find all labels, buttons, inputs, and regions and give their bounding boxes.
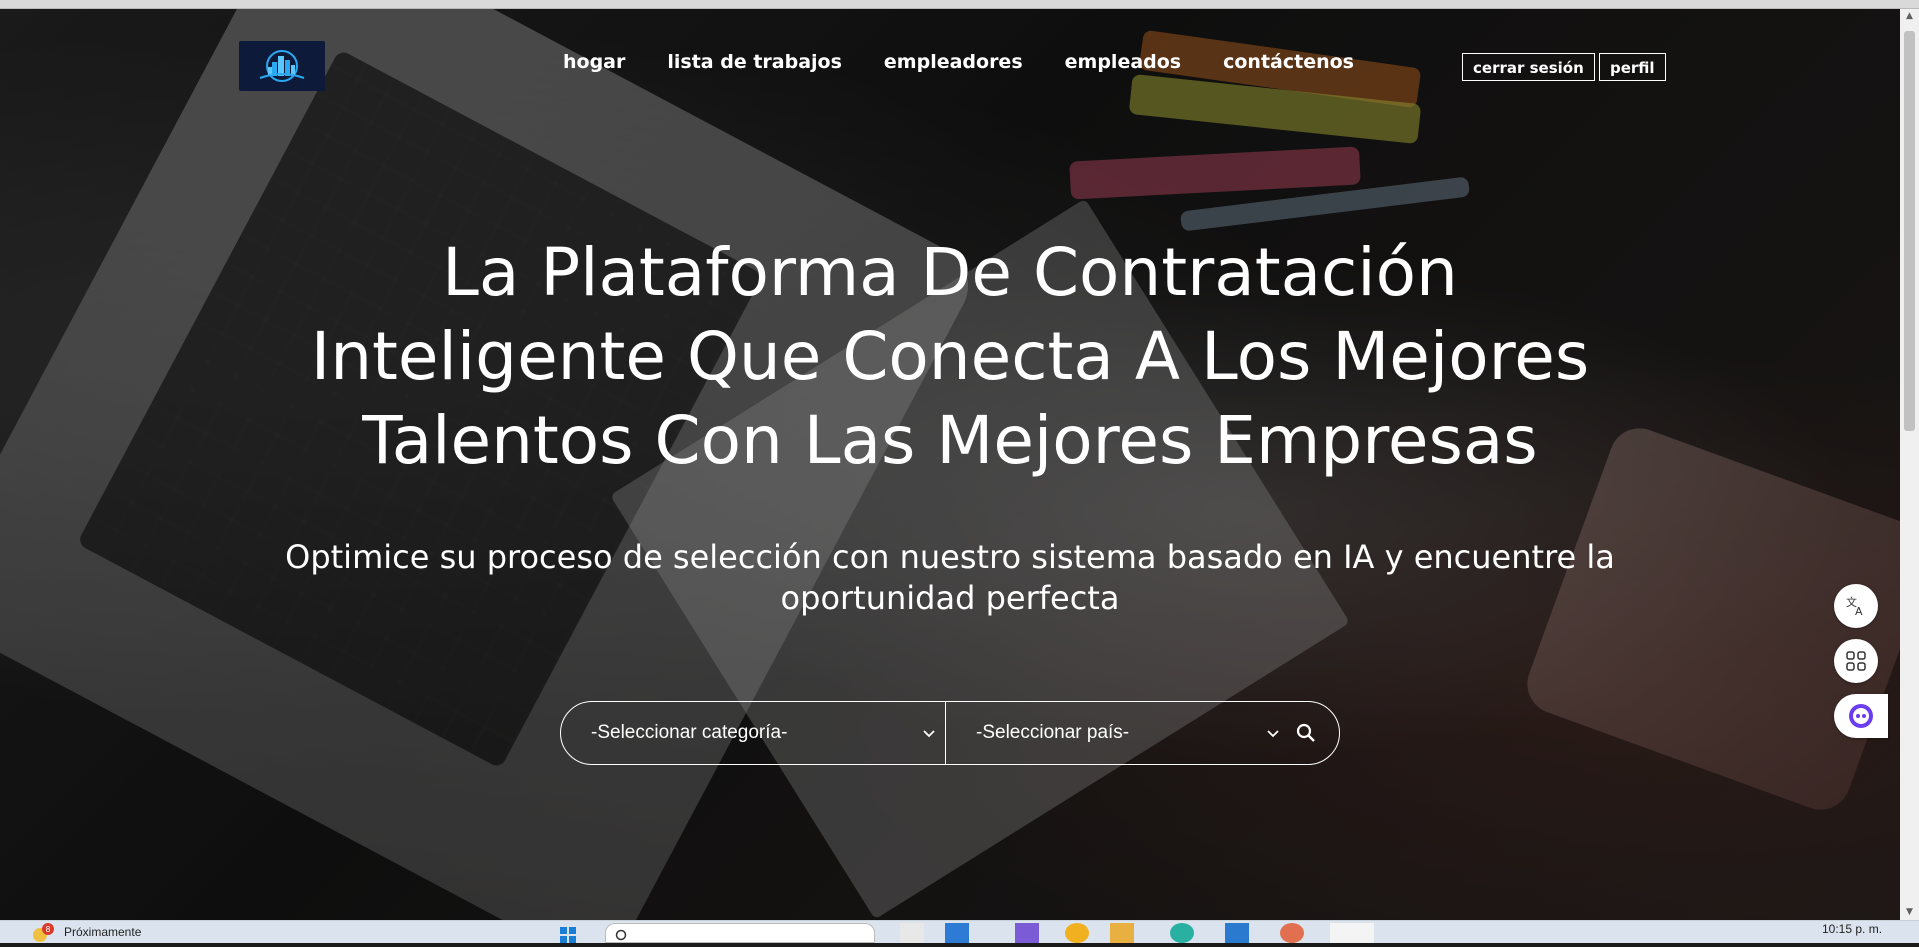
taskbar-app-explorer-icon[interactable] <box>900 923 924 943</box>
chevron-down-icon <box>1267 730 1279 738</box>
assistant-icon <box>1849 704 1873 728</box>
apps-grid-icon <box>1846 651 1866 671</box>
taskbar-app-firefox-icon[interactable] <box>1280 923 1304 943</box>
translate-icon: 文 A <box>1846 595 1863 618</box>
hero-subtitle: Optimice su proceso de selección con nue… <box>280 537 1620 619</box>
scroll-up-arrow-icon[interactable]: ▲ <box>1904 11 1915 21</box>
apps-button[interactable] <box>1834 639 1878 683</box>
site-logo[interactable] <box>239 41 325 91</box>
taskbar-clock[interactable]: 10:15 p. m. <box>1822 922 1882 936</box>
windows-start-icon <box>560 927 576 943</box>
nav-link-job-list[interactable]: lista de trabajos <box>667 51 842 73</box>
weather-icon: 8 <box>33 923 54 942</box>
browser-top-edge <box>0 0 1919 9</box>
translate-button[interactable]: 文 A <box>1834 584 1878 628</box>
category-select-value: -Seleccionar categoría- <box>591 722 788 743</box>
taskbar-app-mail-icon[interactable] <box>1225 923 1249 943</box>
search-button[interactable] <box>1291 718 1321 748</box>
chevron-down-icon <box>923 730 935 738</box>
country-select[interactable]: -Seleccionar país- <box>946 702 1291 764</box>
taskbar-app-folder-icon[interactable] <box>1110 923 1134 943</box>
scroll-down-arrow-icon[interactable]: ▼ <box>1904 907 1915 917</box>
scrollbar-thumb[interactable] <box>1904 31 1915 431</box>
taskbar-app-notification-icon[interactable] <box>1065 923 1089 943</box>
nav-link-home[interactable]: hogar <box>563 51 625 73</box>
hero-title-line: Inteligente Que Conecta A Los Mejores <box>310 318 1590 395</box>
search-icon <box>1296 723 1315 742</box>
hero-title: La Plataforma De Contratación Inteligent… <box>230 231 1670 483</box>
job-search-bar: -Seleccionar categoría- -Seleccionar paí… <box>560 701 1340 765</box>
category-select[interactable]: -Seleccionar categoría- <box>561 702 946 764</box>
profile-button[interactable]: perfil <box>1599 53 1666 81</box>
hero-title-line: Talentos Con Las Mejores Empresas <box>362 402 1538 479</box>
hero-title-line: La Plataforma De Contratación <box>442 234 1458 311</box>
taskbar-app-store-icon[interactable] <box>945 923 969 943</box>
os-taskbar: 8 Próximamente 10:15 p. m. <box>0 920 1919 943</box>
hero-section: hogar lista de trabajos empleadores empl… <box>0 9 1900 920</box>
nav-link-employees[interactable]: empleados <box>1065 51 1181 73</box>
taskbar-app-edge-icon[interactable] <box>1170 923 1194 943</box>
taskbar-app-teams-icon[interactable] <box>1015 923 1039 943</box>
taskbar-app-chrome-active-icon[interactable] <box>1330 923 1374 943</box>
weather-label: Próximamente <box>64 925 142 939</box>
start-button[interactable] <box>558 923 578 943</box>
svg-text:A: A <box>1855 605 1863 618</box>
nav-link-employers[interactable]: empleadores <box>884 51 1023 73</box>
main-nav: hogar lista de trabajos empleadores empl… <box>563 51 1354 73</box>
assistant-button[interactable] <box>1834 694 1888 738</box>
taskbar-search-box[interactable] <box>605 923 875 943</box>
page-scrollbar[interactable]: ▲ ▼ <box>1900 9 1919 920</box>
logout-button[interactable]: cerrar sesión <box>1462 53 1595 81</box>
notification-badge-count: 8 <box>46 925 51 934</box>
hero-subtitle-line: oportunidad perfecta <box>780 579 1120 617</box>
weather-widget[interactable]: 8 <box>30 923 60 943</box>
hero-subtitle-line: Optimice su proceso de selección con nue… <box>285 538 1615 576</box>
city-skyline-logo-icon <box>259 50 305 82</box>
country-select-value: -Seleccionar país- <box>976 722 1130 743</box>
nav-link-contact[interactable]: contáctenos <box>1223 51 1354 73</box>
